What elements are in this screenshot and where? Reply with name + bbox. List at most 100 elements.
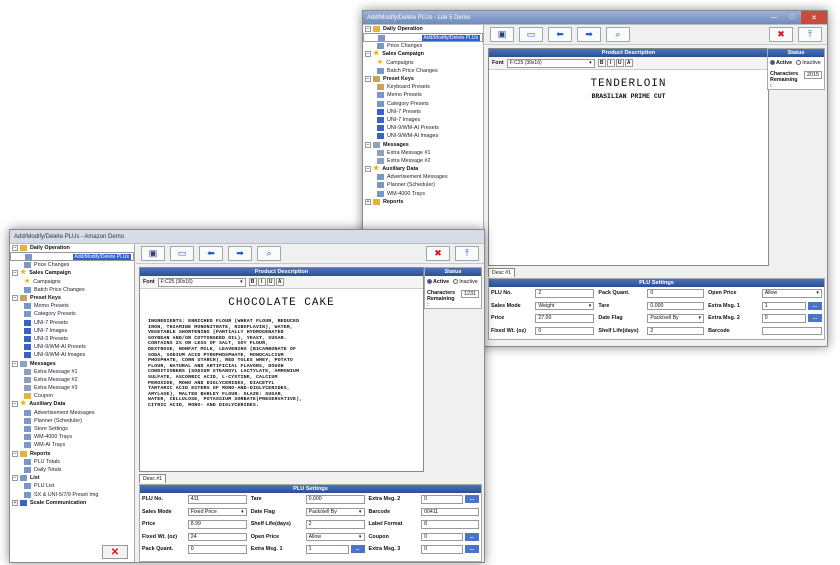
tree-item[interactable]: Extra Message #2: [10, 376, 134, 384]
field-input[interactable]: 0: [421, 495, 463, 504]
tree-item[interactable]: PLU List: [10, 482, 134, 490]
tree-group[interactable]: − ★ Auxiliary Data: [10, 400, 134, 408]
close-icon[interactable]: ✕: [801, 11, 827, 24]
tree-item[interactable]: Category Presets: [10, 310, 134, 318]
field-input[interactable]: 0: [647, 289, 705, 298]
tree-item[interactable]: Keyboard Presets: [363, 83, 483, 91]
tree-item[interactable]: PLU Totals: [10, 458, 134, 466]
tree-item[interactable]: Store Settings: [10, 425, 134, 433]
field-select[interactable]: Pack/sell By ▾: [647, 314, 705, 323]
collapse-icon[interactable]: −: [365, 141, 371, 148]
tree-item[interactable]: UNI-7 Presets: [363, 108, 483, 116]
tree-item[interactable]: ★ Campaigns: [363, 59, 483, 67]
minimize-icon[interactable]: —: [765, 11, 783, 24]
back-window-titlebar[interactable]: Add/Modify/Delete PLUs - Lite 5 Demo — □ ✕: [363, 11, 827, 25]
tree-group[interactable]: − Preset Keys: [10, 294, 134, 302]
font-style-button[interactable]: A: [624, 59, 633, 67]
browse-button[interactable]: ...: [808, 301, 822, 310]
field-input[interactable]: 0: [421, 532, 463, 541]
bold-button[interactable]: B: [248, 278, 257, 286]
tree-item[interactable]: UNI-9/WM-AI Presets: [363, 124, 483, 132]
tree-group[interactable]: − Preset Keys: [363, 75, 483, 83]
tree-item[interactable]: Add/Modify/Delete PLUs: [363, 33, 483, 43]
inactive-radio[interactable]: Inactive: [453, 279, 478, 285]
tree-item[interactable]: UNI-7 Images: [10, 327, 134, 335]
collapse-icon[interactable]: −: [365, 166, 371, 173]
tree-item[interactable]: UNI-9/WM-AI Presets: [10, 343, 134, 351]
previous-button[interactable]: ⬅: [548, 27, 572, 42]
inactive-radio[interactable]: Inactive: [796, 60, 821, 66]
tree-item[interactable]: Planner (Scheduler): [363, 181, 483, 189]
tree-item[interactable]: WM-AI Trays: [10, 441, 134, 449]
tree-item[interactable]: Extra Message #1: [363, 149, 483, 157]
tree-item[interactable]: Planner (Scheduler): [10, 417, 134, 425]
transmit-button[interactable]: ⤒: [455, 246, 479, 261]
browse-button[interactable]: ...: [808, 314, 822, 323]
font-select[interactable]: F:C25 (30x16) ▾: [157, 277, 246, 287]
browse-button[interactable]: ...: [350, 545, 365, 554]
field-input[interactable]: 0: [421, 545, 463, 554]
collapse-icon[interactable]: −: [12, 450, 18, 457]
collapse-icon[interactable]: −: [12, 270, 18, 277]
browse-button[interactable]: ...: [465, 532, 479, 541]
field-input[interactable]: 8: [421, 520, 479, 529]
description-text-area[interactable]: TENDERLOIN BRASILIAN PRIME CUT: [489, 70, 768, 100]
underline-button[interactable]: U: [615, 59, 624, 67]
tree-item[interactable]: Coupon: [10, 392, 134, 400]
field-input[interactable]: 2: [305, 520, 365, 529]
tree-item[interactable]: WM-4000 Trays: [363, 190, 483, 198]
tree-group[interactable]: − Daily Operation: [10, 244, 134, 252]
field-input[interactable]: 0: [761, 314, 806, 323]
tree-item[interactable]: UNI-3 Presets: [10, 335, 134, 343]
field-input[interactable]: 411: [187, 495, 247, 504]
save-button[interactable]: ▣: [141, 246, 165, 261]
tree-group[interactable]: + Reports: [363, 198, 483, 206]
tree-item[interactable]: Add/Modify/Delete PLUs: [10, 252, 134, 262]
previous-button[interactable]: ⬅: [199, 246, 223, 261]
field-input[interactable]: 00411: [421, 507, 479, 516]
tab-desc-1[interactable]: Desc #1: [488, 268, 516, 277]
field-select[interactable]: Allow ▾: [305, 532, 365, 541]
field-select[interactable]: Fixed Price ▾: [187, 507, 247, 516]
transmit-button[interactable]: ⤒: [798, 27, 822, 42]
new-button[interactable]: ▭: [170, 246, 194, 261]
tree-group[interactable]: − Messages: [10, 359, 134, 367]
underline-button[interactable]: U: [266, 278, 275, 286]
field-input[interactable]: 0: [535, 326, 595, 335]
tree-item[interactable]: Advertisement Messages: [363, 173, 483, 181]
navigation-tree[interactable]: − Daily Operation Add/Modify/Delete PLUs Pr…: [10, 244, 135, 562]
tree-group[interactable]: − ★ Sales Campaign: [363, 50, 483, 58]
field-select[interactable]: Allow ▾: [761, 289, 822, 298]
collapse-icon[interactable]: −: [12, 401, 18, 408]
tree-item[interactable]: UNI-7 Images: [363, 116, 483, 124]
active-radio[interactable]: Active: [770, 60, 792, 66]
tree-item[interactable]: Daily Totals: [10, 466, 134, 474]
tree-item[interactable]: Memo Presets: [363, 91, 483, 99]
field-input[interactable]: 1: [761, 301, 806, 310]
tree-item[interactable]: UNI-9/WM-AI Images: [363, 132, 483, 140]
new-button[interactable]: ▭: [519, 27, 543, 42]
tree-item[interactable]: Memo Presets: [10, 302, 134, 310]
search-button[interactable]: ⌕: [606, 27, 630, 42]
expand-icon[interactable]: +: [12, 499, 18, 506]
field-input[interactable]: 0: [187, 545, 247, 554]
collapse-icon[interactable]: −: [12, 475, 18, 482]
delete-button[interactable]: ✖: [769, 27, 793, 42]
tree-group[interactable]: − Reports: [10, 450, 134, 458]
browse-button[interactable]: ...: [465, 495, 479, 504]
tree-group[interactable]: − Messages: [363, 140, 483, 148]
tree-item[interactable]: Price Changes: [10, 261, 134, 269]
tree-item[interactable]: UNI-7 Presets: [10, 319, 134, 327]
close-x-button[interactable]: ✕: [102, 545, 128, 559]
field-input[interactable]: 2: [535, 289, 595, 298]
field-input[interactable]: [761, 326, 822, 335]
tree-item[interactable]: Batch Price Changes: [363, 67, 483, 75]
collapse-icon[interactable]: −: [12, 295, 18, 302]
tree-item[interactable]: ★ Campaigns: [10, 278, 134, 286]
tree-item[interactable]: Extra Message #1: [10, 368, 134, 376]
tree-item[interactable]: Extra Message #2: [363, 157, 483, 165]
expand-icon[interactable]: +: [365, 198, 371, 205]
front-window-titlebar[interactable]: Add/Modify/Delete PLUs - Amazon Demo: [10, 230, 484, 244]
field-input[interactable]: 1: [305, 545, 349, 554]
collapse-icon[interactable]: −: [365, 26, 371, 33]
